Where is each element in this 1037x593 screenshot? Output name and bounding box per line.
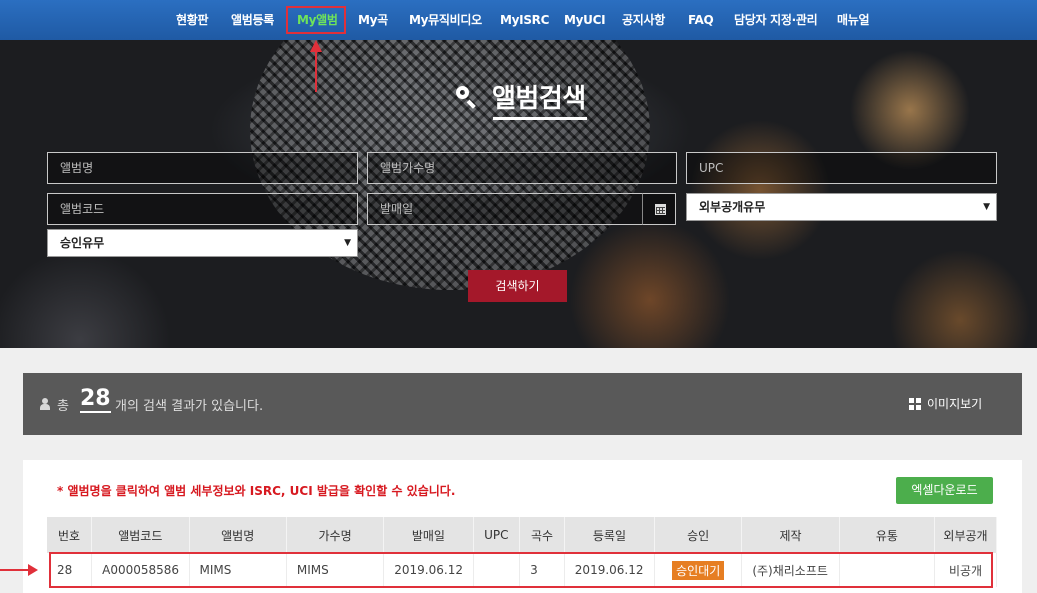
header-public: 외부공개 [934, 517, 997, 553]
nav-my-music-video[interactable]: My뮤직비디오 [409, 0, 482, 40]
album-name-input[interactable] [47, 152, 358, 184]
table-header-row: 번호 앨범코드 앨범명 가수명 발매일 UPC 곡수 등록일 승인 제작 유통 … [47, 517, 997, 553]
header-tracks: 곡수 [519, 517, 565, 553]
header-upc: UPC [473, 517, 521, 553]
search-button[interactable]: 검색하기 [468, 270, 567, 302]
header-no: 번호 [47, 517, 93, 553]
active-nav-highlight [286, 6, 346, 34]
image-view-button[interactable]: 이미지보기 [927, 395, 982, 412]
row-highlight-box [49, 552, 993, 588]
annotation-arrow-right [0, 564, 38, 576]
nav-dashboard[interactable]: 현황판 [176, 0, 209, 40]
approval-status-value: 승인유무 [60, 236, 105, 250]
nav-my-uci[interactable]: MyUCI [564, 0, 606, 40]
annotation-arrow-up [310, 40, 322, 92]
public-status-value: 외부공개유무 [699, 200, 766, 214]
nav-manual[interactable]: 매뉴얼 [837, 0, 870, 40]
notice-text: * 앨범명을 클릭하여 앨범 세부정보와 ISRC, UCI 발급을 확인할 수… [57, 484, 456, 498]
nav-manager[interactable]: 담당자 지정·관리 [734, 0, 818, 40]
header-registered: 등록일 [564, 517, 656, 553]
header-approval: 승인 [654, 517, 743, 553]
nav-notice[interactable]: 공지사항 [622, 0, 665, 40]
chevron-down-icon: ▼ [983, 202, 990, 212]
nav-my-songs[interactable]: My곡 [358, 0, 388, 40]
release-date-input[interactable] [367, 193, 643, 225]
approval-status-select[interactable]: 승인유무 ▼ [47, 229, 358, 257]
public-status-select[interactable]: 외부공개유무 ▼ [686, 193, 997, 221]
album-code-input[interactable] [47, 193, 358, 225]
search-icon [456, 86, 476, 106]
title-underline [493, 117, 587, 120]
page-title: 앨범검색 [492, 84, 586, 114]
result-suffix: 개의 검색 결과가 있습니다. [115, 399, 264, 414]
header-producer: 제작 [741, 517, 840, 553]
header-distributor: 유통 [839, 517, 936, 553]
header-release-date: 발매일 [383, 517, 474, 553]
header-album-code: 앨범코드 [91, 517, 190, 553]
artist-name-input[interactable] [367, 152, 677, 184]
person-icon [40, 398, 50, 410]
result-count: 28 [80, 386, 111, 413]
nav-album-register[interactable]: 앨범등록 [231, 0, 274, 40]
excel-download-button[interactable]: 엑셀다운로드 [896, 477, 993, 504]
result-prefix: 총 [57, 399, 69, 414]
upc-input[interactable] [686, 152, 997, 184]
nav-my-isrc[interactable]: MyISRC [500, 0, 549, 40]
header-album-name: 앨범명 [189, 517, 287, 553]
chevron-down-icon: ▼ [344, 238, 351, 248]
nav-faq[interactable]: FAQ [688, 0, 714, 40]
calendar-button[interactable] [642, 193, 676, 225]
calendar-icon [655, 204, 666, 215]
top-navigation: 현황판 앨범등록 My앨범 My곡 My뮤직비디오 MyISRC MyUCI 공… [0, 0, 1037, 40]
result-summary-bar: 총 28 개의 검색 결과가 있습니다. 이미지보기 [23, 373, 1022, 435]
grid-icon[interactable] [909, 398, 921, 410]
header-artist: 가수명 [286, 517, 385, 553]
